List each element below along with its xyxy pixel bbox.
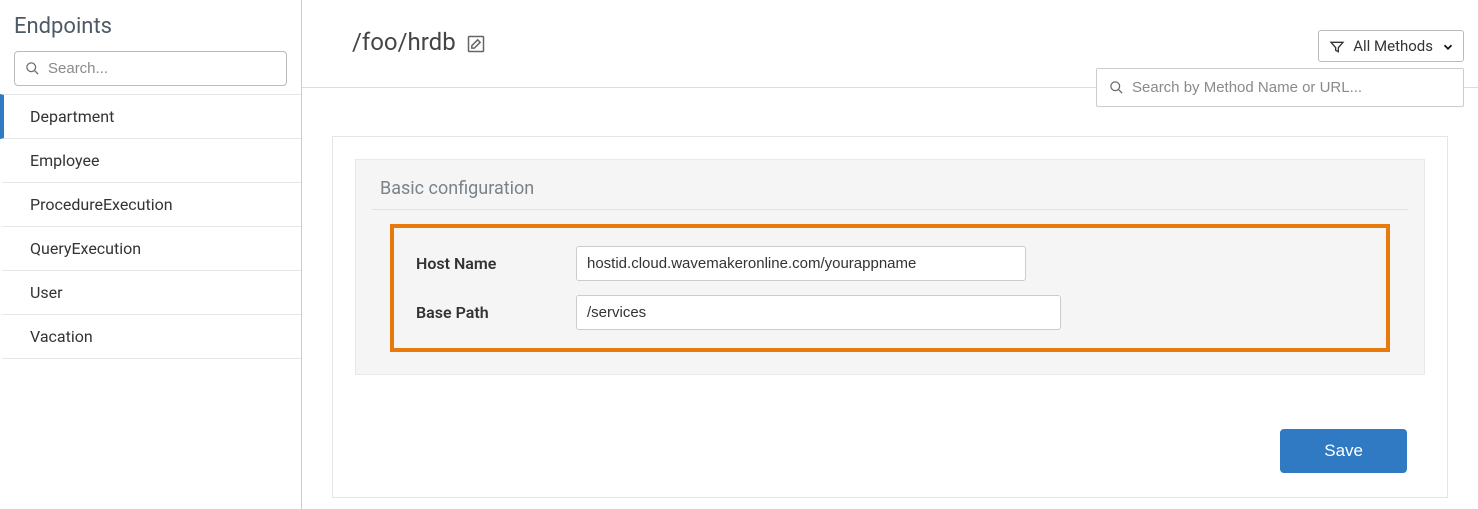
page-path: /foo/hrdb [352,28,456,56]
filter-icon [1329,37,1345,55]
host-name-input[interactable] [576,246,1026,281]
actions-row: Save [333,393,1447,473]
highlight-box: Host Name Base Path [390,224,1390,352]
endpoint-item-label: Vacation [30,327,93,346]
sidebar-search-input[interactable] [48,60,276,77]
main: /foo/hrdb All Methods [302,0,1478,509]
endpoint-item-user[interactable]: User [0,271,301,315]
basic-configuration-title: Basic configuration [372,178,1408,210]
endpoint-item-employee[interactable]: Employee [0,139,301,183]
endpoint-item-label: Employee [30,151,99,170]
sidebar-title: Endpoints [0,10,301,51]
sidebar-search[interactable] [14,51,287,86]
base-path-input[interactable] [576,295,1061,330]
endpoint-item-department[interactable]: Department [0,94,301,139]
methods-filter-dropdown[interactable]: All Methods [1318,30,1464,62]
base-path-label: Base Path [416,303,576,322]
page-title: /foo/hrdb [352,28,486,56]
search-icon [1109,80,1124,96]
endpoint-item-label: QueryExecution [30,239,141,258]
chevron-down-icon [1441,37,1455,55]
edit-icon[interactable] [466,28,486,56]
endpoint-item-vacation[interactable]: Vacation [0,315,301,359]
endpoint-item-label: ProcedureExecution [30,195,173,214]
method-search-input[interactable] [1132,79,1451,96]
methods-filter-label: All Methods [1353,37,1433,55]
host-name-row: Host Name [416,246,1364,281]
endpoint-item-label: Department [30,107,114,126]
sidebar: Endpoints Department Employee ProcedureE… [0,0,302,509]
endpoints-list: Department Employee ProcedureExecution Q… [0,94,301,359]
endpoint-item-queryexecution[interactable]: QueryExecution [0,227,301,271]
endpoint-item-procedureexecution[interactable]: ProcedureExecution [0,183,301,227]
base-path-row: Base Path [416,295,1364,330]
method-search[interactable] [1096,68,1464,107]
save-button[interactable]: Save [1280,429,1407,473]
endpoint-item-label: User [30,283,63,302]
basic-configuration-panel: Basic configuration Host Name Base Path [355,159,1425,375]
content-card: Basic configuration Host Name Base Path … [332,136,1448,498]
search-icon [25,61,40,77]
host-name-label: Host Name [416,254,576,273]
